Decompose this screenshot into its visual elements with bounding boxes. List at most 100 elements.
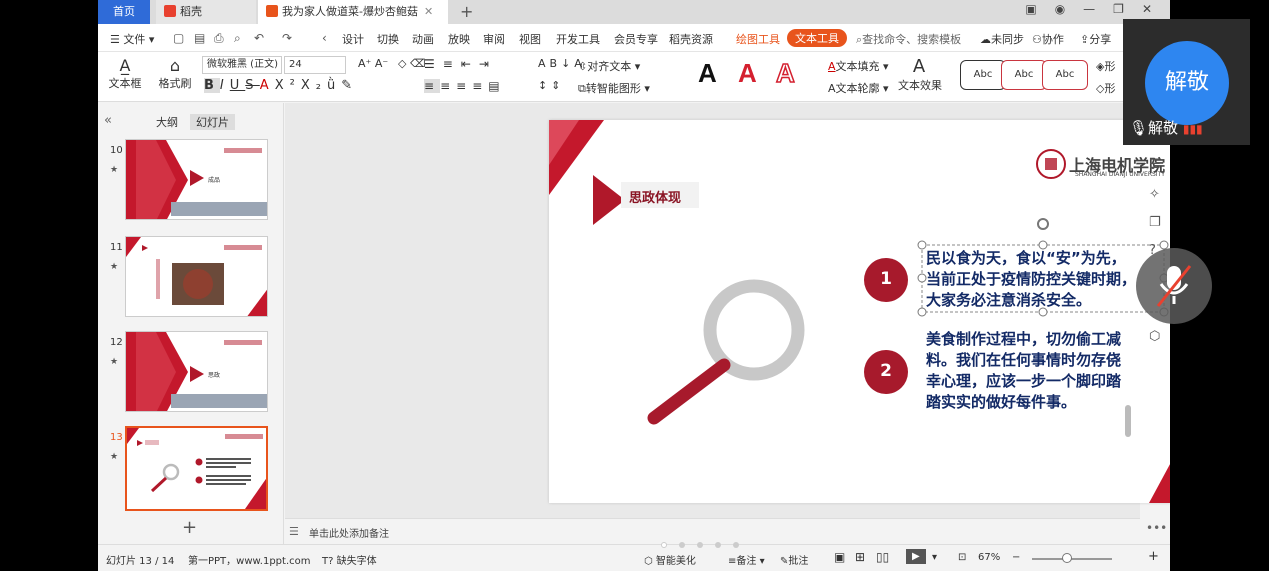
slide-thumbnail[interactable]: 思政: [125, 331, 268, 412]
close-tab-icon[interactable]: ✕: [424, 5, 433, 18]
subscript-icon[interactable]: X₂: [301, 78, 327, 93]
redo-icon[interactable]: ↷: [282, 31, 292, 45]
menu-review[interactable]: 审阅: [483, 31, 505, 47]
command-search[interactable]: ⌕查找命令、搜索模板: [856, 31, 961, 47]
char-spacing-icon[interactable]: AB: [538, 57, 561, 70]
reading-view-icon[interactable]: ▯▯: [876, 550, 889, 564]
numbering-icon[interactable]: ≡: [443, 57, 461, 71]
play-options-icon[interactable]: ▾: [932, 552, 937, 563]
bullets-icon[interactable]: ☰: [424, 57, 443, 71]
more-options-icon[interactable]: •••: [1146, 521, 1167, 535]
line-spacing-icon[interactable]: ↕: [538, 79, 551, 92]
grow-font-icon[interactable]: A⁺ A⁻: [358, 57, 388, 70]
font-name-select[interactable]: 微软雅黑 (正文): [202, 56, 282, 74]
text-style-black[interactable]: A: [698, 58, 717, 89]
slide-thumbnail-current[interactable]: [125, 426, 268, 511]
export-icon[interactable]: ▤: [194, 31, 205, 45]
text-outline-button[interactable]: A文本轮廓 ▾: [828, 80, 889, 96]
slide-sorter-icon[interactable]: ⊞: [855, 550, 865, 564]
tab-docer[interactable]: 稻壳: [156, 0, 256, 24]
restore-button[interactable]: ❐: [1113, 2, 1134, 16]
current-slide[interactable]: 思政体现 上海电机学院 SHANGHAI DIANJI UNIVERSITY 1…: [549, 120, 1170, 503]
phonetic-icon[interactable]: ǜ: [327, 78, 341, 93]
comments-button[interactable]: ✎批注: [780, 552, 808, 567]
undo-icon[interactable]: ↶: [254, 31, 264, 45]
smart-beautify-button[interactable]: ⬡ 智能美化: [644, 552, 696, 567]
shape-fill-button[interactable]: ◈形: [1096, 58, 1115, 74]
theme-name[interactable]: 第一PPT，www.1ppt.com: [188, 552, 310, 567]
file-menu[interactable]: ☰ 文件 ▾: [110, 31, 154, 47]
underline-icon[interactable]: U: [230, 78, 246, 93]
scroll-left-icon[interactable]: ‹: [322, 31, 327, 45]
menu-docer[interactable]: 稻壳资源: [669, 31, 713, 47]
fit-window-icon[interactable]: ⊡: [958, 552, 966, 563]
preview-icon[interactable]: ⌕: [234, 31, 241, 46]
align-right-icon[interactable]: ≡: [456, 79, 472, 93]
indent-increase-icon[interactable]: ⇥: [479, 57, 497, 71]
new-tab-button[interactable]: +: [460, 2, 473, 21]
slide-thumbnail[interactable]: 成品: [125, 139, 268, 220]
collaborate-button[interactable]: ⚇协作: [1032, 31, 1064, 47]
font-size-select[interactable]: 24: [284, 56, 346, 74]
tab-current-presentation[interactable]: 我为家人做道菜-爆炒杏鲍菇 ✕: [258, 0, 448, 24]
align-text-button[interactable]: ⇳对齐文本 ▾: [578, 58, 640, 74]
zoom-slider[interactable]: [1032, 558, 1112, 560]
para-spacing-icon[interactable]: ⇕: [551, 79, 564, 92]
text-fill-button[interactable]: A文本填充 ▾: [828, 58, 889, 74]
text-effect-button[interactable]: A 文本效果: [898, 56, 942, 93]
slide-thumbnail[interactable]: [125, 236, 268, 317]
sync-status[interactable]: ☁未同步: [980, 31, 1024, 47]
distribute-icon[interactable]: ▤: [488, 79, 505, 93]
text-style-red-outline[interactable]: A: [775, 57, 795, 89]
settings-sliders-icon[interactable]: ☰: [1149, 157, 1161, 172]
clear-format-icon[interactable]: ◇ ⌫: [398, 57, 426, 70]
notes-toggle-button[interactable]: ≡备注 ▾: [728, 552, 765, 567]
font-color-icon[interactable]: A: [260, 78, 275, 93]
normal-view-icon[interactable]: ▣: [834, 550, 845, 564]
zoom-in-icon[interactable]: +: [1148, 549, 1159, 564]
indent-decrease-icon[interactable]: ⇤: [461, 57, 479, 71]
zoom-slider-thumb[interactable]: [1062, 553, 1072, 563]
text-style-red[interactable]: A: [738, 58, 757, 89]
format-painter-button[interactable]: ⌂ 格式刷: [158, 56, 192, 91]
collapse-panel-icon[interactable]: «: [104, 113, 112, 128]
italic-icon[interactable]: I: [220, 78, 230, 93]
add-slide-button[interactable]: +: [182, 517, 197, 538]
tab-outline[interactable]: 大纲: [156, 114, 178, 130]
missing-font-button[interactable]: T? 缺失字体: [322, 552, 377, 567]
align-left-icon[interactable]: ≡: [424, 79, 441, 93]
tab-slides[interactable]: 幻灯片: [190, 114, 235, 130]
save-icon[interactable]: ▢: [173, 31, 184, 45]
zoom-out-icon[interactable]: −: [1012, 552, 1020, 563]
menu-slideshow[interactable]: 放映: [448, 31, 470, 47]
menu-transition[interactable]: 切换: [377, 31, 399, 47]
menu-design[interactable]: 设计: [342, 31, 364, 47]
menu-animation[interactable]: 动画: [412, 31, 434, 47]
meeting-video-card[interactable]: 解敬 🎙解敬 ▮▮▮: [1123, 19, 1250, 145]
pin-icon[interactable]: ✧: [1149, 187, 1160, 202]
textbox-button[interactable]: A̲ 文本框: [108, 56, 142, 91]
item-1-textbox[interactable]: 民以食为天，食以“安”为先， 当前正处于疫情防控关键时期， 大家务必注意消杀安全…: [926, 248, 1166, 311]
close-window-button[interactable]: ✕: [1142, 2, 1162, 16]
cube-icon[interactable]: ⬡: [1149, 329, 1160, 344]
shape-style-2[interactable]: Abc: [1001, 60, 1047, 90]
superscript-icon[interactable]: X²: [275, 78, 301, 93]
align-center-icon[interactable]: ≡: [440, 79, 456, 93]
print-icon[interactable]: ⎙: [214, 31, 224, 46]
highlight-icon[interactable]: ✎: [341, 78, 358, 93]
play-slideshow-icon[interactable]: ▶: [906, 549, 926, 564]
share-button[interactable]: ⇪分享: [1080, 31, 1111, 47]
menu-view[interactable]: 视图: [519, 31, 541, 47]
window-count-icon[interactable]: ▣: [1025, 2, 1046, 16]
tab-home[interactable]: 首页: [98, 0, 150, 24]
shape-style-1[interactable]: Abc: [960, 60, 1006, 90]
smart-shape-button[interactable]: ⧉转智能图形 ▾: [578, 80, 650, 96]
menu-member[interactable]: 会员专享: [614, 31, 658, 47]
copy-icon[interactable]: ❐: [1149, 215, 1161, 230]
mute-microphone-button[interactable]: [1136, 248, 1212, 324]
shape-outline-button[interactable]: ◇形: [1096, 80, 1115, 96]
zoom-level[interactable]: 67%: [978, 552, 1000, 563]
menu-developer[interactable]: 开发工具: [556, 31, 600, 47]
minimize-button[interactable]: —: [1083, 2, 1105, 16]
item-2-textbox[interactable]: 美食制作过程中，切勿偷工减 料。我们在任何事情时勿存侥 幸心理，应该一步一个脚印…: [926, 329, 1166, 413]
